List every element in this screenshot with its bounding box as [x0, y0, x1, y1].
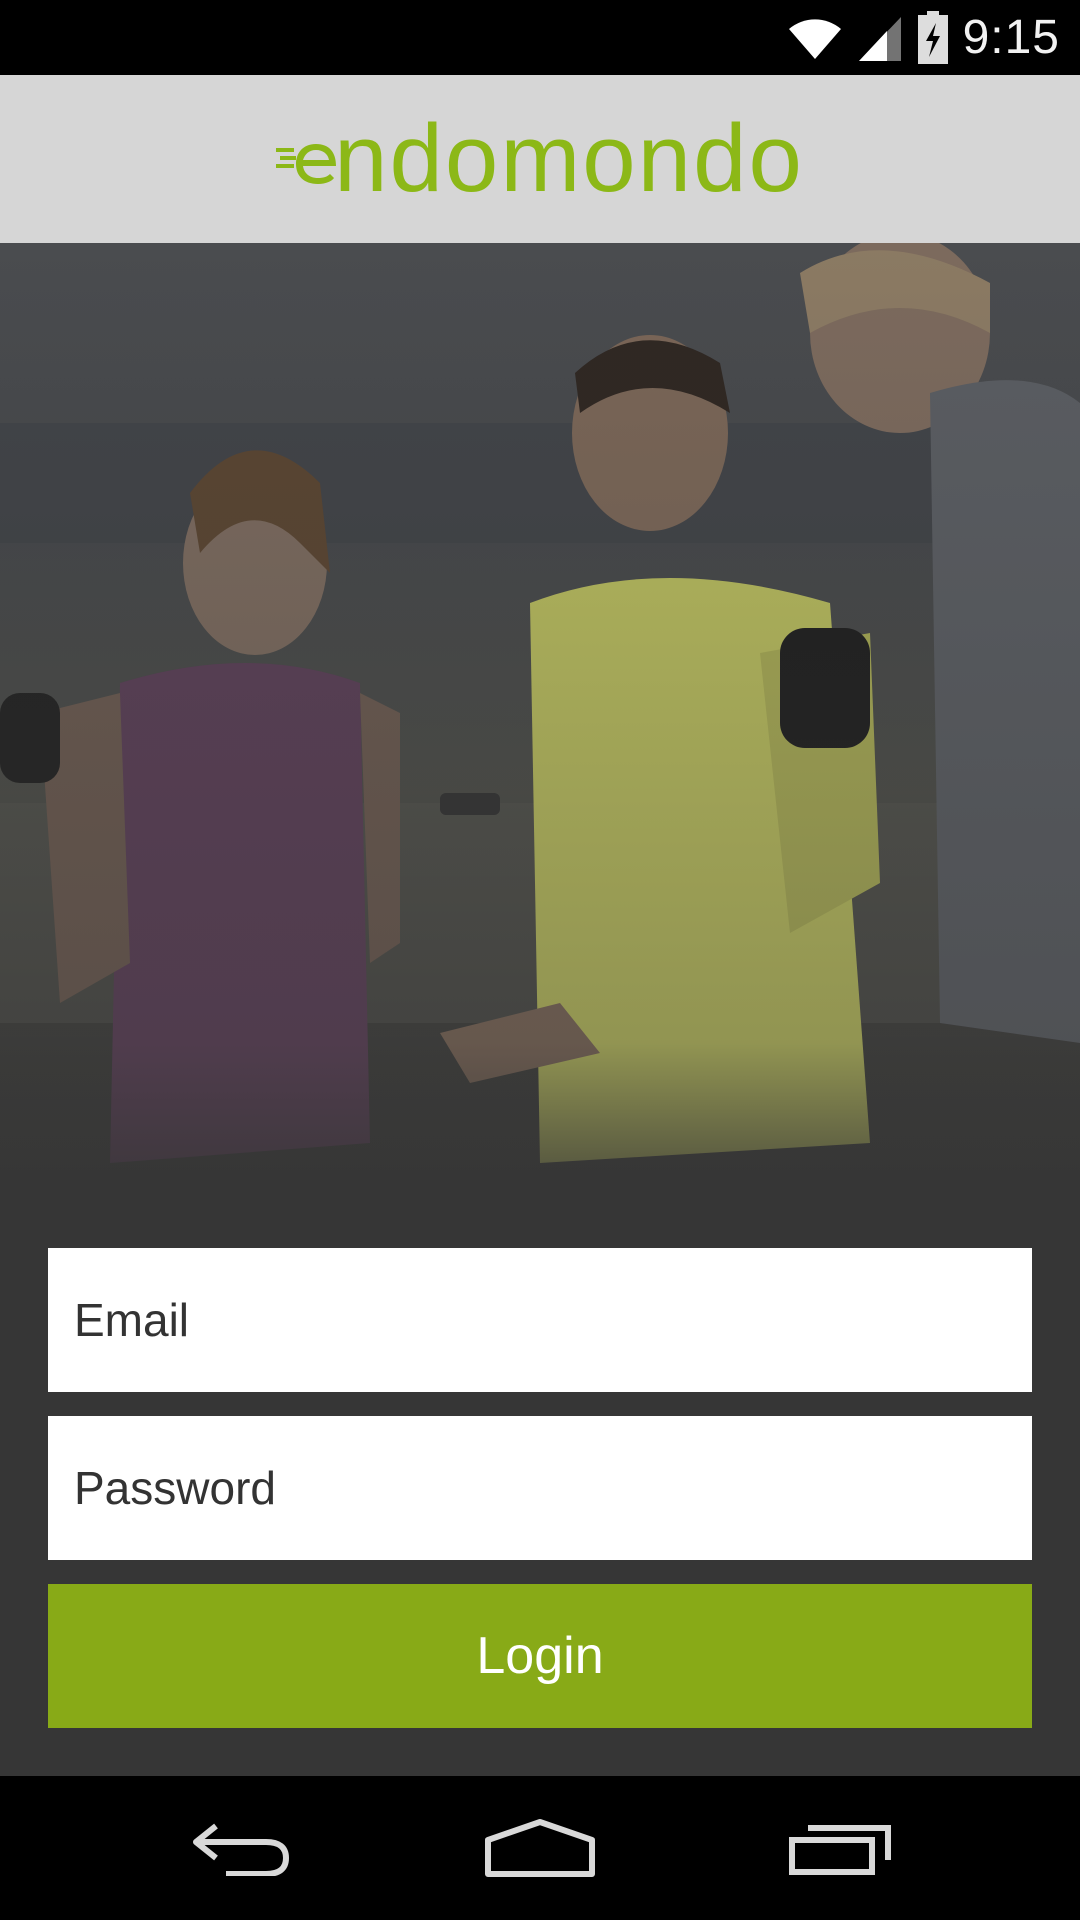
logo-mark-icon: [276, 144, 337, 184]
home-icon: [485, 1819, 595, 1877]
recents-icon: [789, 1825, 891, 1875]
recents-button[interactable]: [780, 1808, 900, 1888]
home-button[interactable]: [480, 1808, 600, 1888]
email-input[interactable]: [48, 1248, 1032, 1392]
wifi-icon: [787, 15, 843, 61]
logo-text: ndomondo: [334, 105, 804, 212]
cell-signal-icon: [857, 13, 903, 63]
status-clock: 9:15: [962, 11, 1060, 64]
back-icon: [193, 1823, 290, 1876]
back-button[interactable]: [180, 1808, 300, 1888]
app-header: ndomondo: [0, 75, 1080, 243]
hero-photo: [0, 243, 1080, 1243]
navigation-bar: [0, 1776, 1080, 1920]
login-screen: 9:15 ndomondo Email Login: [0, 0, 1080, 1920]
login-button[interactable]: Login: [48, 1584, 1032, 1728]
password-input[interactable]: [48, 1416, 1032, 1560]
endomondo-logo: ndomondo: [276, 111, 804, 207]
battery-charging-icon: [917, 10, 949, 65]
status-bar: 9:15: [0, 0, 1080, 75]
